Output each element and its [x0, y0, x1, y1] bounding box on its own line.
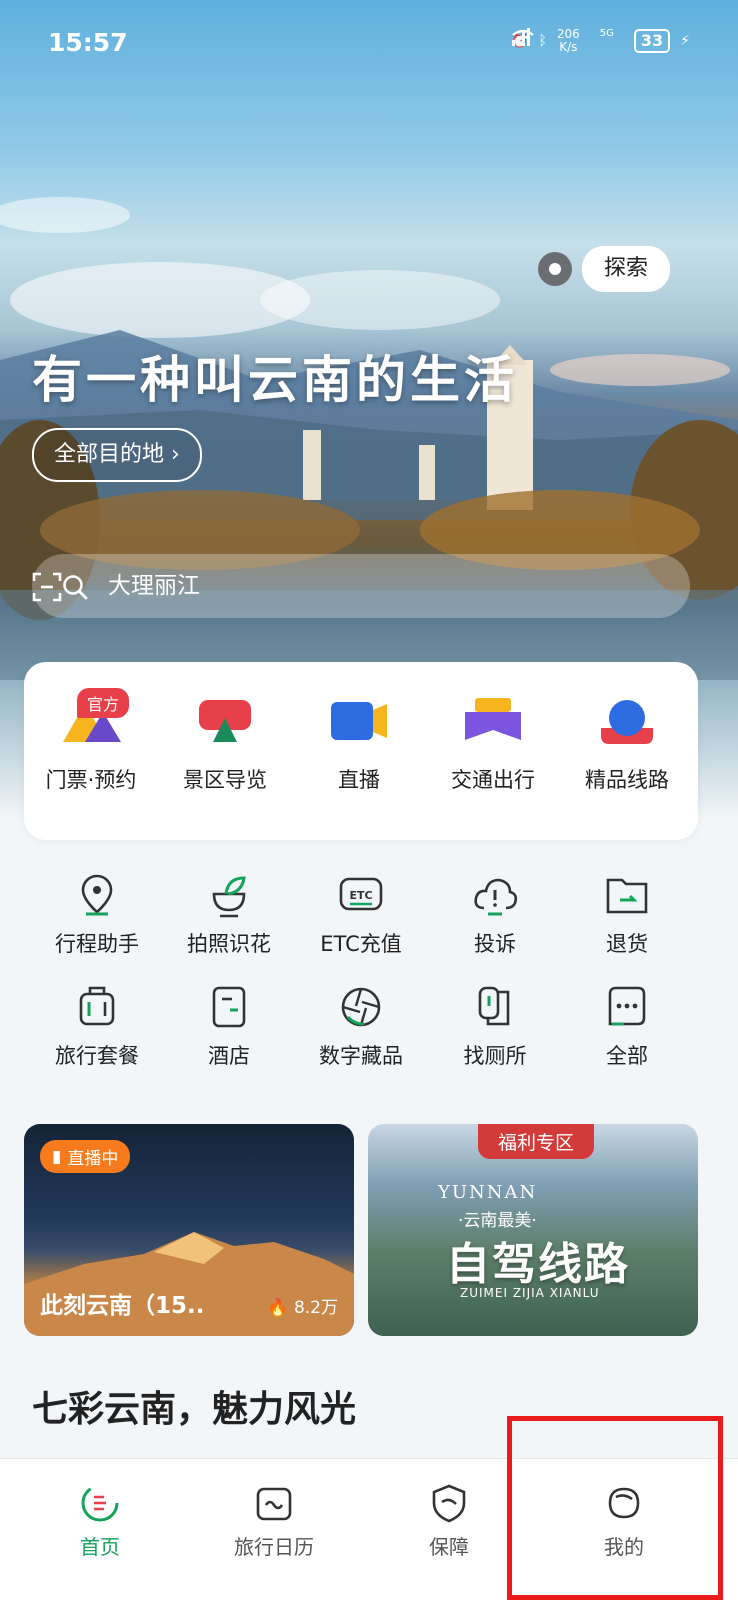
status-time: 15:57: [48, 28, 128, 57]
service-scenic-guide[interactable]: 景区导览: [158, 696, 292, 794]
live-badge: ▮ 直播中: [40, 1140, 131, 1173]
home-icon: [81, 1484, 119, 1522]
explore-button[interactable]: 探索: [538, 246, 671, 292]
tool-hotel[interactable]: 酒店: [161, 984, 297, 1070]
explore-label: 探索: [582, 246, 671, 292]
welfare-pinyin: ZUIMEI ZIJIA XIANLU: [460, 1286, 600, 1300]
scenic-guide-icon: [199, 700, 251, 742]
aperture-icon: [341, 987, 381, 1027]
highlight-box: [507, 1416, 723, 1600]
scan-icon[interactable]: [32, 572, 62, 602]
battery-icon: 33: [633, 29, 671, 53]
luggage-icon: [79, 986, 115, 1026]
toilet-icon: [478, 986, 510, 1026]
transport-icon: [465, 698, 521, 740]
status-icons: ⏰ ᛒ 206 K/s 5G 33 ⚡: [511, 28, 690, 54]
explore-dot-icon: [538, 252, 572, 286]
search-icon: [63, 575, 88, 600]
tool-trip-assistant[interactable]: 行程助手: [29, 872, 165, 958]
tool-flower-id[interactable]: 拍照识花: [161, 872, 297, 958]
svg-text:ETC: ETC: [349, 889, 372, 902]
tool-return[interactable]: 退货: [559, 872, 695, 958]
flower-icon: [212, 876, 246, 918]
tool-complaint[interactable]: 投诉: [427, 872, 563, 958]
tool-digital-collectibles[interactable]: 数字藏品: [293, 984, 429, 1070]
bluetooth-icon: ᛒ: [538, 33, 547, 49]
network-type: 5G: [599, 28, 614, 39]
welfare-big-title: 自驾线路: [446, 1239, 630, 1290]
search-input[interactable]: 大理丽江: [108, 554, 200, 618]
welfare-en-title: YUNNAN: [438, 1182, 538, 1203]
route-icon: [601, 700, 653, 744]
live-card[interactable]: ▮ 直播中 此刻云南（15.. 🔥 8.2万: [24, 1124, 354, 1336]
tool-travel-package[interactable]: 旅行套餐: [29, 984, 165, 1070]
more-dots-icon: [608, 986, 646, 1026]
status-bar: 15:57 ⏰ ᛒ 206 K/s 5G 33 ⚡: [48, 24, 690, 60]
live-bars-icon: ▮: [52, 1146, 62, 1167]
fire-icon: 🔥: [267, 1298, 289, 1318]
main-services-card: 门票·预约 景区导览 直播 交通出行 精品线路: [24, 662, 698, 840]
hotel-icon: [212, 986, 246, 1028]
tool-all[interactable]: 全部: [559, 984, 695, 1070]
location-pin-icon: [81, 874, 113, 916]
service-routes[interactable]: 精品线路: [560, 696, 694, 794]
welfare-card[interactable]: 福利专区 YUNNAN ·云南最美· 自驾线路 ZUIMEI ZIJIA XIA…: [368, 1124, 698, 1336]
search-bar[interactable]: 大理丽江: [32, 554, 690, 618]
etc-icon: ETC: [339, 877, 383, 911]
welfare-badge: 福利专区: [478, 1124, 595, 1159]
all-destinations-button[interactable]: 全部目的地 ›: [32, 428, 202, 482]
live-title: 此刻云南（15..: [40, 1293, 205, 1319]
tool-etc-recharge[interactable]: ETC ETC充值: [293, 872, 429, 958]
nav-travel-calendar[interactable]: 旅行日历: [214, 1483, 334, 1560]
section-title: 七彩云南，魅力风光: [32, 1389, 357, 1430]
live-camera-icon: [331, 702, 387, 740]
tool-find-toilet[interactable]: 找厕所: [427, 984, 563, 1070]
service-live[interactable]: 直播: [292, 696, 426, 794]
complaint-cloud-icon: [474, 878, 518, 916]
service-transport[interactable]: 交通出行: [426, 696, 560, 794]
nav-home[interactable]: 首页: [40, 1483, 160, 1560]
hero-title: 有一种叫云南的生活: [32, 351, 518, 409]
calendar-icon: [256, 1487, 292, 1521]
charging-icon: ⚡: [680, 33, 690, 49]
network-speed: 206 K/s: [556, 27, 580, 54]
official-badge: 官方: [77, 688, 130, 718]
live-viewers: 🔥 8.2万: [267, 1298, 338, 1318]
shield-icon: [432, 1484, 466, 1523]
nav-protection[interactable]: 保障: [389, 1483, 509, 1560]
return-folder-icon: [606, 878, 648, 914]
